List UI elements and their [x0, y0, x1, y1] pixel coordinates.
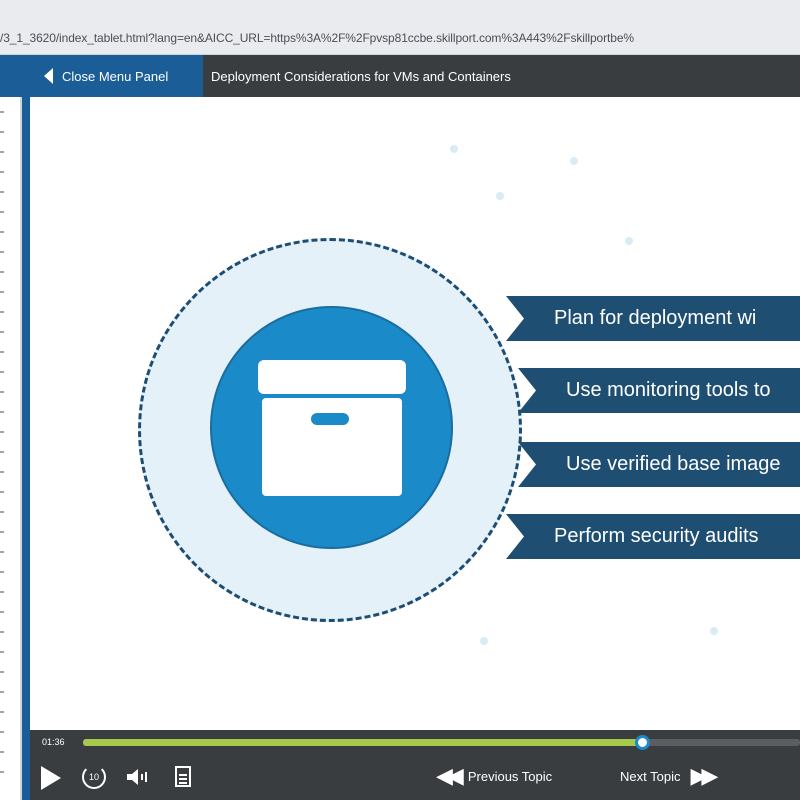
- strip-tick: [0, 291, 4, 293]
- strip-tick: [0, 531, 4, 533]
- decor-dot: [450, 145, 458, 153]
- speaker-icon: [127, 769, 147, 785]
- next-topic-button[interactable]: Next Topic ▶▶: [620, 763, 722, 788]
- decor-dot: [625, 237, 633, 245]
- progress-bar[interactable]: [83, 735, 800, 750]
- elapsed-time: 01:36: [42, 737, 65, 747]
- strip-tick: [0, 591, 4, 593]
- banner-item: Perform security audits: [506, 514, 800, 559]
- decor-dot: [496, 192, 504, 200]
- strip-tick: [0, 191, 4, 193]
- banner-item: Plan for deployment wi: [506, 296, 800, 341]
- decor-dot: [570, 157, 578, 165]
- strip-tick: [0, 251, 4, 253]
- menu-panel-scroll[interactable]: [0, 97, 22, 800]
- banner-item: Use verified base image: [518, 442, 800, 487]
- url-text[interactable]: /3_1_3620/index_tablet.html?lang=en&AICC…: [0, 31, 800, 45]
- banner-item: Use monitoring tools to: [518, 368, 800, 413]
- strip-tick: [0, 491, 4, 493]
- strip-tick: [0, 711, 4, 713]
- strip-tick: [0, 511, 4, 513]
- chevron-left-icon: [44, 68, 53, 84]
- progress-fill: [83, 739, 643, 746]
- double-chevron-right-icon: ▶▶: [690, 763, 718, 788]
- strip-tick: [0, 651, 4, 653]
- player-controls: 01:36 10 ◀◀ Previous Topic Next Topic ▶▶: [30, 730, 800, 800]
- strip-tick: [0, 751, 4, 753]
- module-title: Deployment Considerations for VMs and Co…: [211, 68, 511, 84]
- strip-tick: [0, 231, 4, 233]
- decor-dot: [480, 637, 488, 645]
- strip-tick: [0, 371, 4, 373]
- strip-tick: [0, 151, 4, 153]
- previous-topic-label: Previous Topic: [467, 768, 553, 784]
- strip-tick: [0, 551, 4, 553]
- transcript-button[interactable]: [175, 766, 191, 787]
- strip-tick: [0, 271, 4, 273]
- strip-tick: [0, 331, 4, 333]
- archive-box-icon: [258, 360, 406, 394]
- strip-tick: [0, 771, 4, 773]
- strip-tick: [0, 611, 4, 613]
- strip-tick: [0, 171, 4, 173]
- play-button[interactable]: [41, 766, 61, 790]
- strip-tick: [0, 391, 4, 393]
- decor-dot: [710, 627, 718, 635]
- volume-button[interactable]: [127, 768, 149, 786]
- strip-tick: [0, 131, 4, 133]
- strip-tick: [0, 411, 4, 413]
- strip-tick: [0, 211, 4, 213]
- strip-tick: [0, 731, 4, 733]
- double-chevron-left-icon: ◀◀: [436, 763, 464, 788]
- close-menu-panel-label: Close Menu Panel: [62, 68, 169, 84]
- strip-tick: [0, 571, 4, 573]
- strip-tick: [0, 351, 4, 353]
- menu-panel-strip[interactable]: [0, 97, 30, 800]
- strip-tick: [0, 691, 4, 693]
- strip-tick: [0, 431, 4, 433]
- strip-tick: [0, 671, 4, 673]
- archive-box-handle: [311, 413, 349, 425]
- next-topic-label: Next Topic: [620, 768, 681, 784]
- course-header-bar: Close Menu Panel Deployment Consideratio…: [0, 55, 800, 97]
- progress-handle[interactable]: [635, 735, 651, 750]
- previous-topic-button[interactable]: ◀◀ Previous Topic: [426, 763, 553, 788]
- close-menu-panel-button[interactable]: Close Menu Panel: [0, 55, 203, 97]
- strip-tick: [0, 311, 4, 313]
- strip-tick: [0, 451, 4, 453]
- slide-content: Plan for deployment wi Use monitoring to…: [30, 97, 800, 730]
- strip-tick: [0, 631, 4, 633]
- strip-tick: [0, 111, 4, 113]
- strip-tick: [0, 471, 4, 473]
- replay-10-button[interactable]: 10: [82, 765, 106, 789]
- browser-address-bar[interactable]: /3_1_3620/index_tablet.html?lang=en&AICC…: [0, 0, 800, 55]
